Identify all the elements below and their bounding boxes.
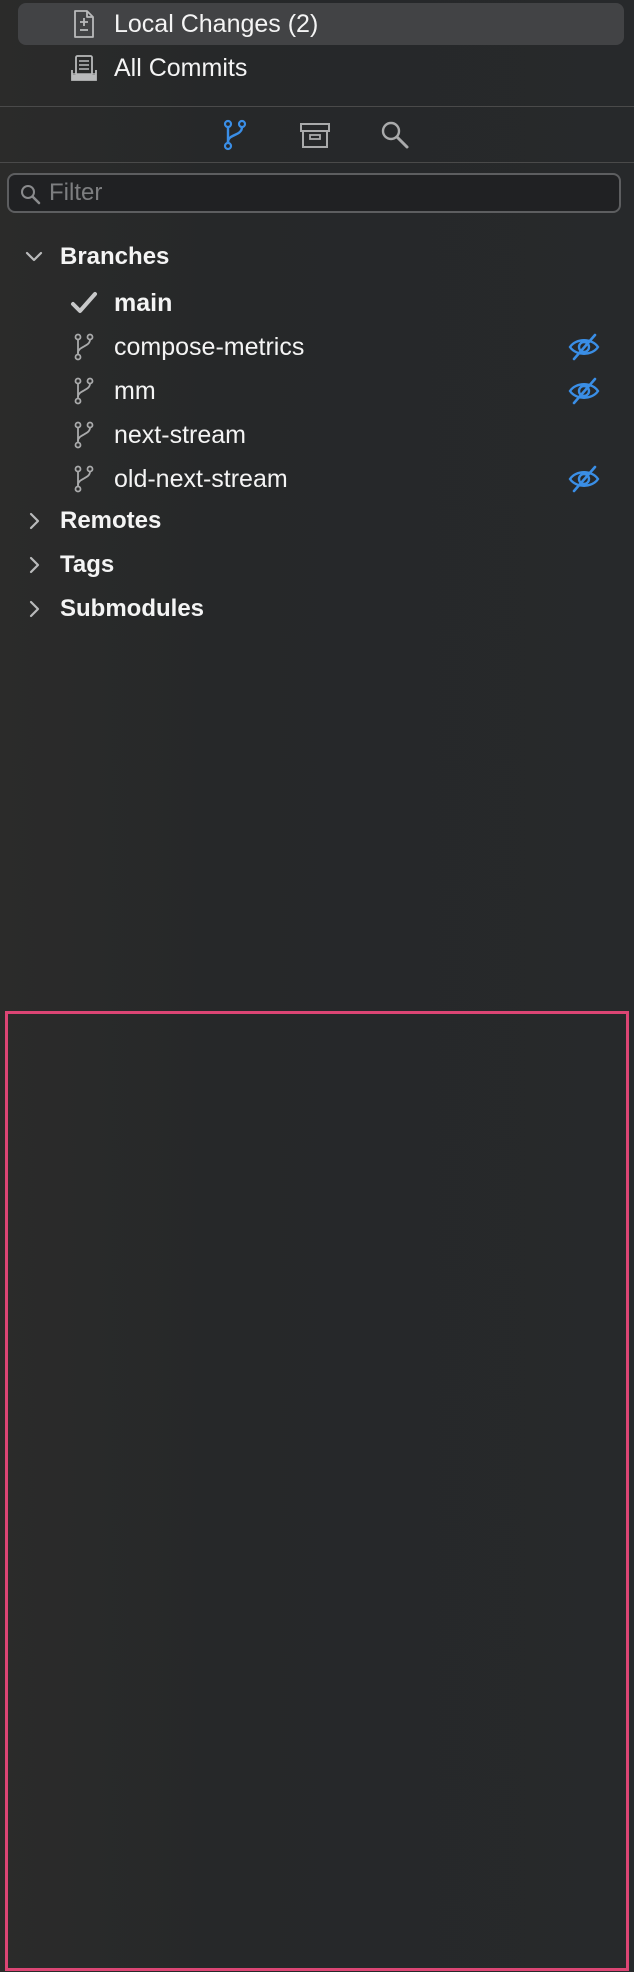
archive-icon[interactable] — [298, 118, 332, 152]
local-changes-icon — [74, 10, 94, 38]
nav-item-local-changes-label: Local Changes (2) — [114, 10, 319, 38]
section-remotes[interactable]: Remotes — [0, 501, 634, 541]
branch-name: mm — [114, 377, 156, 405]
branch-item-next-stream[interactable]: next-stream — [0, 414, 634, 456]
section-remotes-label: Remotes — [60, 507, 162, 534]
branch-icon — [74, 465, 94, 493]
branch-item-compose-metrics[interactable]: compose-metrics — [0, 326, 634, 368]
branch-name: main — [114, 289, 173, 317]
filter-field[interactable] — [7, 173, 621, 213]
branch-icon — [74, 333, 94, 361]
eye-slash-icon[interactable] — [568, 464, 600, 494]
section-submodules[interactable]: Submodules — [0, 589, 634, 629]
branch-name: old-next-stream — [114, 465, 288, 493]
filter-input[interactable] — [49, 178, 609, 208]
eye-slash-icon[interactable] — [568, 332, 600, 362]
nav-item-all-commits[interactable]: All Commits — [18, 47, 624, 89]
search-icon — [21, 185, 41, 205]
eye-slash-icon[interactable] — [568, 376, 600, 406]
nav-item-local-changes[interactable]: Local Changes (2) — [18, 3, 624, 45]
chevron-right-icon[interactable] — [24, 555, 44, 575]
branch-item-main[interactable]: main — [0, 282, 634, 324]
checkmark-icon — [71, 292, 97, 313]
section-submodules-label: Submodules — [60, 595, 205, 622]
divider — [0, 106, 634, 107]
highlighted-empty-panel — [5, 1011, 629, 1971]
branch-icon[interactable] — [218, 118, 252, 152]
section-branches-label: Branches — [60, 243, 170, 270]
branch-name: next-stream — [114, 421, 246, 449]
chevron-right-icon[interactable] — [24, 599, 44, 619]
branch-icon — [74, 377, 94, 405]
branch-icon — [74, 421, 94, 449]
chevron-down-icon[interactable] — [24, 247, 44, 267]
divider — [0, 162, 634, 163]
branch-item-old-next-stream[interactable]: old-next-stream — [0, 458, 634, 500]
chevron-right-icon[interactable] — [24, 511, 44, 531]
section-branches[interactable]: Branches — [0, 237, 634, 277]
section-tags-label: Tags — [60, 551, 115, 578]
all-commits-icon — [71, 55, 97, 81]
branch-item-mm[interactable]: mm — [0, 370, 634, 412]
branch-name: compose-metrics — [114, 333, 305, 361]
search-icon[interactable] — [378, 118, 412, 152]
sidebar: Local Changes (2) All Commits Filter Bra… — [0, 0, 634, 1972]
nav-item-all-commits-label: All Commits — [114, 54, 248, 82]
section-tags[interactable]: Tags — [0, 545, 634, 585]
